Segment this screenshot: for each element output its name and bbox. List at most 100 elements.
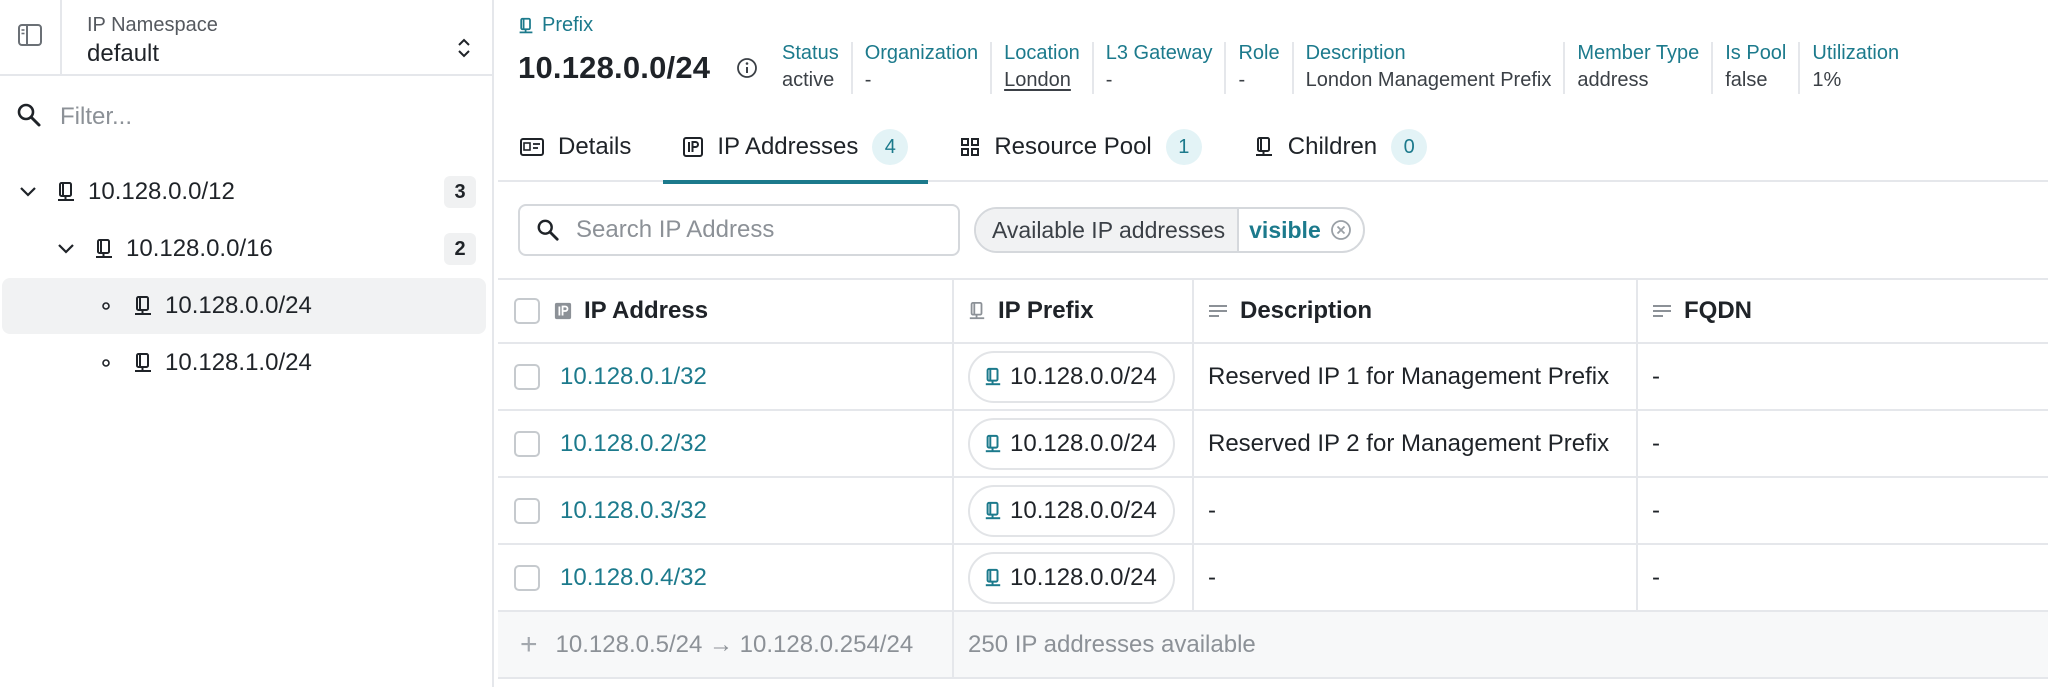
chevron-up-down-icon (456, 37, 472, 64)
search-ip-box[interactable] (518, 204, 960, 256)
table-row[interactable]: 10.128.0.1/32 10.128.0.0/24 Reserved IP … (498, 344, 2048, 411)
filter-chip-available-ips[interactable]: Available IP addresses visible (974, 207, 1365, 253)
prefix-pill[interactable]: 10.128.0.0/24 (968, 417, 1175, 470)
table-row[interactable]: 10.128.0.4/32 10.128.0.0/24 - - (498, 545, 2048, 612)
row-checkbox[interactable] (514, 430, 540, 457)
property-value: address (1577, 69, 1649, 91)
object-type-label: Prefix (542, 14, 594, 36)
cell-fqdn: - (1652, 496, 1660, 524)
tree-item-10-128-0-0-24[interactable]: 10.128.0.0/24 (2, 278, 486, 334)
row-checkbox[interactable] (514, 363, 540, 390)
sidebar-toggle-button[interactable] (0, 0, 62, 74)
tab-label: Resource Pool (994, 133, 1152, 160)
tab-ip-addresses[interactable]: IP Addresses 4 (663, 112, 929, 184)
tree-item-10-128-0-0-16[interactable]: 10.128.0.0/16 2 (0, 221, 486, 277)
cell-fqdn: - (1652, 563, 1660, 591)
cell-ip-prefix: 10.128.0.0/24 (954, 478, 1194, 543)
info-icon[interactable] (736, 57, 758, 84)
tab-resource-pool[interactable]: Resource Pool 1 (940, 112, 1221, 182)
column-header-ip-address[interactable]: IP Address (498, 280, 954, 342)
tab-children[interactable]: Children 0 (1234, 112, 1447, 182)
column-header-ip-prefix[interactable]: IP Prefix (954, 280, 1194, 342)
property-value: - (1238, 69, 1246, 91)
tab-label: Children (1287, 133, 1378, 160)
row-checkbox[interactable] (514, 497, 540, 524)
prefix-icon (133, 352, 153, 374)
cell-fqdn: - (1652, 362, 1660, 390)
table-row[interactable]: 10.128.0.2/32 10.128.0.0/24 Reserved IP … (498, 411, 2048, 478)
namespace-label: IP Namespace (87, 14, 218, 36)
prefix-pill[interactable]: 10.128.0.0/24 (968, 551, 1175, 604)
prefix-icon (56, 181, 76, 203)
chevron-down-icon[interactable] (18, 182, 38, 202)
cell-description: - (1194, 545, 1638, 610)
column-header-label: FQDN (1684, 297, 1752, 324)
search-icon (16, 102, 42, 133)
property-key: Description (1305, 42, 1406, 64)
ip-address-link[interactable]: 10.128.0.3/32 (560, 497, 707, 525)
property-key: Is Pool (1725, 42, 1787, 64)
tree-item-10-128-0-0-12[interactable]: 10.128.0.0/12 3 (0, 164, 486, 220)
ip-address-link[interactable]: 10.128.0.4/32 (560, 564, 707, 592)
search-ip-input[interactable] (576, 216, 936, 244)
id-card-icon (520, 137, 544, 157)
prefix-icon (968, 301, 986, 321)
tab-count-badge: 0 (1391, 129, 1428, 165)
column-header-fqdn[interactable]: FQDN (1638, 280, 2048, 342)
bullet-icon (101, 301, 111, 311)
filter-chip-value: visible (1249, 216, 1321, 243)
prefix-icon (518, 17, 534, 35)
tree-item-label: 10.128.1.0/24 (165, 349, 312, 376)
select-all-checkbox[interactable] (514, 298, 540, 324)
column-header-description[interactable]: Description (1194, 280, 1638, 342)
cell-ip-prefix: 10.128.0.0/24 (954, 344, 1194, 409)
search-icon (536, 218, 560, 242)
property-value: active (782, 69, 835, 91)
ip-icon (683, 137, 704, 157)
filter-input[interactable] (60, 103, 460, 131)
prefix-icon (94, 238, 114, 260)
cell-fqdn: - (1652, 429, 1660, 457)
tree-item-label: 10.128.0.0/16 (126, 235, 273, 262)
property-value: - (1105, 69, 1113, 91)
ip-address-link[interactable]: 10.128.0.2/32 (560, 430, 707, 458)
grid-icon (960, 137, 980, 157)
property-key: Location (1004, 42, 1080, 64)
object-type: Prefix (518, 14, 593, 37)
cell-available-count: 250 IP addresses available (968, 630, 1256, 658)
property-utilization: Utilization 1% (1798, 42, 1911, 94)
property-list: Status active Organization - Location Lo… (770, 42, 1911, 94)
text-lines-icon (1652, 303, 1672, 319)
property-key: Role (1238, 42, 1280, 64)
property-organization: Organization - (850, 42, 990, 94)
prefix-pill[interactable]: 10.128.0.0/24 (968, 484, 1175, 537)
property-role: Role - (1224, 42, 1291, 94)
column-header-label: IP Prefix (998, 297, 1094, 324)
available-range-row[interactable]: + 10.128.0.5/24 → 10.128.0.254/24 250 IP… (498, 612, 2048, 679)
text-lines-icon (1208, 303, 1228, 319)
row-checkbox[interactable] (514, 564, 540, 591)
table-row[interactable]: 10.128.0.3/32 10.128.0.0/24 - - (498, 478, 2048, 545)
namespace-value: default (87, 40, 160, 67)
cell-ip-address: 10.128.0.1/32 (498, 344, 954, 409)
table-toolbar: Available IP addresses visible (518, 204, 1365, 256)
main-content: Prefix 10.128.0.0/24 Status active Organ… (498, 0, 2048, 687)
close-circle-icon[interactable] (1329, 218, 1353, 242)
ip-address-link[interactable]: 10.128.0.1/32 (560, 363, 707, 391)
namespace-selector[interactable]: IP Namespace default (62, 0, 492, 74)
plus-icon[interactable]: + (520, 628, 538, 662)
tab-details[interactable]: Details (498, 112, 651, 182)
bullet-icon (101, 358, 111, 368)
tree-item-10-128-1-0-24[interactable]: 10.128.1.0/24 (0, 335, 486, 391)
property-key: Organization (864, 42, 979, 64)
property-key: Status (782, 42, 839, 64)
sidebar-toggle-icon (17, 22, 43, 53)
prefix-pill[interactable]: 10.128.0.0/24 (968, 350, 1175, 403)
prefix-pill-label: 10.128.0.0/24 (1010, 362, 1157, 390)
chevron-down-icon[interactable] (56, 239, 76, 259)
property-value: - (864, 69, 872, 91)
prefix-icon (985, 434, 1001, 452)
cell-ip-address: 10.128.0.2/32 (498, 411, 954, 476)
location-link[interactable]: London (1004, 69, 1080, 92)
property-status: Status active (770, 42, 851, 94)
